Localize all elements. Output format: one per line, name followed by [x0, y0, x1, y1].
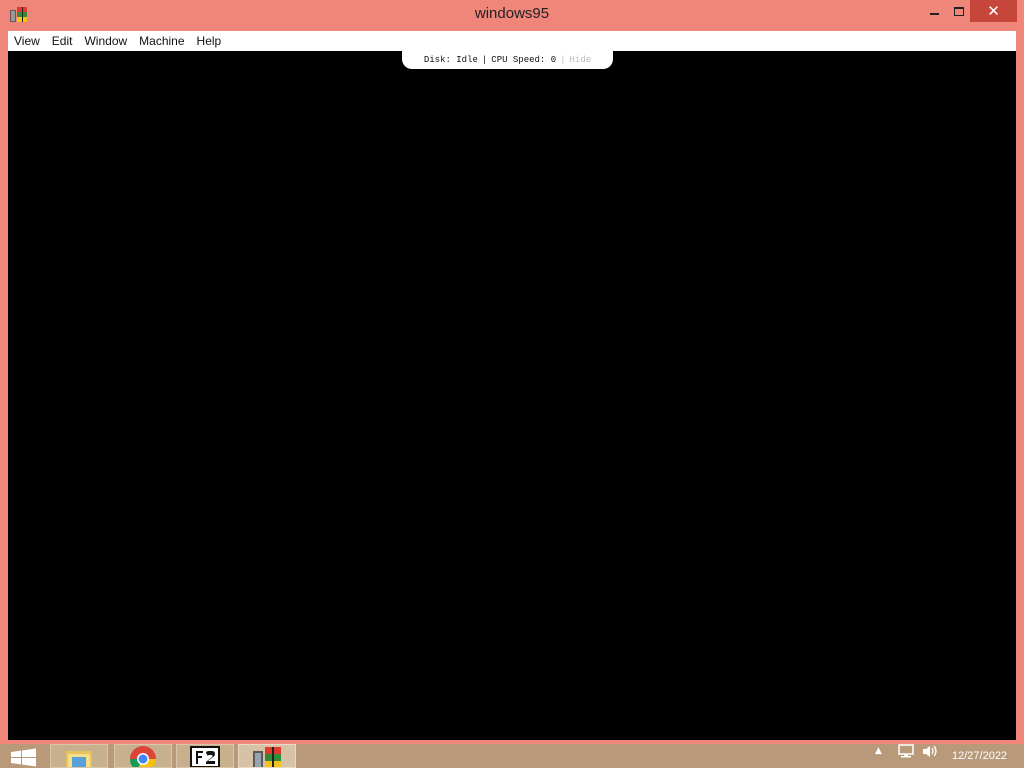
- taskbar-f2-app[interactable]: [176, 744, 234, 768]
- emulator-screen[interactable]: [8, 51, 1016, 740]
- windows95-app-icon: [253, 747, 281, 767]
- menu-machine[interactable]: Machine: [133, 31, 190, 51]
- status-separator: |: [481, 55, 488, 65]
- menu-view[interactable]: View: [8, 31, 46, 51]
- taskbar: ▲ 12/27/2022: [0, 744, 1024, 768]
- f2-app-icon: [190, 746, 220, 767]
- taskbar-windows95[interactable]: [238, 744, 296, 768]
- maximize-button[interactable]: [948, 0, 970, 22]
- status-bar: Disk: Idle | CPU Speed: 0 | Hide: [402, 51, 613, 69]
- taskbar-chrome[interactable]: [114, 744, 172, 768]
- close-button[interactable]: ✕: [970, 0, 1017, 22]
- maximize-icon: [954, 6, 964, 16]
- taskbar-clock[interactable]: 12/27/2022: [952, 750, 1007, 762]
- menu-window[interactable]: Window: [78, 31, 133, 51]
- menu-help[interactable]: Help: [191, 31, 228, 51]
- close-icon: ✕: [987, 1, 1000, 20]
- menu-edit[interactable]: Edit: [46, 31, 79, 51]
- minimize-button[interactable]: [920, 0, 948, 22]
- window-title: windows95: [474, 5, 550, 22]
- cpu-speed-status: CPU Speed: 0: [491, 55, 557, 65]
- volume-icon[interactable]: [922, 744, 938, 758]
- menu-bar: View Edit Window Machine Help: [8, 31, 1016, 51]
- taskbar-file-explorer[interactable]: [50, 744, 108, 768]
- network-icon[interactable]: [898, 744, 914, 758]
- minimize-icon: [929, 13, 939, 15]
- disk-status: Disk: Idle: [423, 55, 478, 65]
- file-explorer-icon: [66, 751, 92, 767]
- app-window: windows95 ✕ View Edit Window Machine Hel…: [0, 0, 1024, 744]
- status-separator: |: [560, 55, 566, 65]
- tray-overflow-arrow[interactable]: ▲: [875, 746, 887, 756]
- title-bar[interactable]: windows95 ✕: [0, 0, 1024, 31]
- chrome-icon: [129, 746, 157, 767]
- windows-logo-icon[interactable]: [8, 746, 40, 768]
- hide-status-button[interactable]: Hide: [570, 55, 592, 65]
